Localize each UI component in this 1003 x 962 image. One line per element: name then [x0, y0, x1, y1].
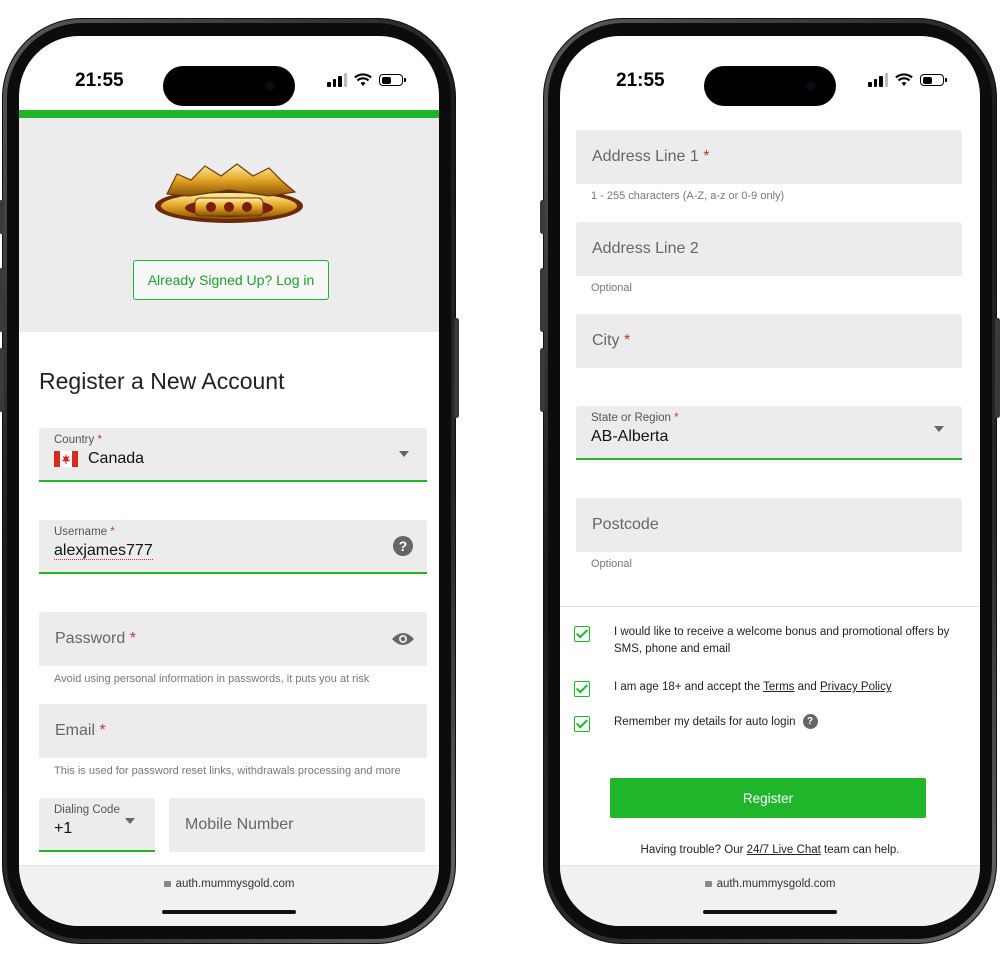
terms-link[interactable]: Terms	[763, 681, 794, 693]
lock-icon	[704, 881, 712, 887]
address-line-1-field[interactable]: Address Line 1 *	[576, 130, 962, 184]
left-screen: 21:55 Already Signed Up? Log in Register…	[19, 36, 439, 926]
status-time: 21:55	[75, 70, 124, 91]
dialing-code-value: +1	[54, 820, 73, 837]
username-field[interactable]: Username * alexjames777 ?	[39, 520, 427, 574]
mobile-number-field[interactable]: Mobile Number	[169, 798, 425, 852]
country-value: Canada	[88, 450, 145, 467]
promo-checkbox[interactable]	[574, 626, 590, 642]
right-screen: 21:55 Address Line 1 * 1 - 255 character…	[560, 36, 980, 926]
help-icon[interactable]: ?	[393, 536, 413, 556]
browser-url-bar[interactable]: auth.mummysgold.com	[19, 865, 439, 926]
help-icon[interactable]: ?	[802, 714, 818, 730]
divider	[560, 606, 980, 607]
email-placeholder: Email	[55, 722, 96, 739]
postcode-field[interactable]: Postcode	[576, 498, 962, 552]
wifi-icon	[895, 73, 913, 86]
password-placeholder: Password	[55, 630, 126, 647]
browser-url-bar[interactable]: auth.mummysgold.com	[560, 865, 980, 926]
postcode-placeholder: Postcode	[592, 516, 659, 533]
status-bar: 21:55	[560, 36, 980, 114]
country-select[interactable]: Country * Canada	[39, 428, 427, 482]
battery-icon	[379, 74, 406, 86]
login-button[interactable]: Already Signed Up? Log in	[133, 260, 329, 300]
chevron-down-icon	[934, 426, 944, 432]
signal-icon	[327, 73, 347, 87]
address1-placeholder: Address Line 1	[592, 148, 699, 165]
status-bar: 21:55	[19, 36, 439, 114]
canada-flag-icon	[54, 450, 78, 467]
state-value: AB-Alberta	[591, 428, 669, 445]
url-text: auth.mummysgold.com	[716, 878, 836, 890]
password-field[interactable]: Password *	[39, 612, 427, 666]
city-field[interactable]: City *	[576, 314, 962, 368]
trouble-suffix: team can help.	[824, 844, 900, 856]
country-label: Country	[54, 434, 95, 446]
status-time: 21:55	[616, 70, 665, 91]
live-chat-link[interactable]: 24/7 Live Chat	[747, 844, 821, 856]
dialing-code-label: Dialing Code	[54, 804, 120, 816]
promo-consent-text: I would like to receive a welcome bonus …	[614, 626, 950, 655]
username-value: alexjames777	[54, 542, 153, 560]
state-label: State or Region	[591, 412, 671, 424]
remember-checkbox[interactable]	[574, 716, 590, 732]
accent-bar	[19, 110, 439, 118]
home-indicator[interactable]	[162, 910, 296, 914]
email-helper: This is used for password reset links, w…	[54, 765, 401, 777]
password-helper: Avoid using personal information in pass…	[54, 673, 370, 685]
register-button[interactable]: Register	[610, 778, 926, 818]
state-select[interactable]: State or Region * AB-Alberta	[576, 406, 962, 460]
left-phone: 21:55 Already Signed Up? Log in Register…	[0, 18, 459, 944]
age-text: I am age 18+ and accept the	[614, 681, 761, 693]
terms-checkbox[interactable]	[574, 681, 590, 697]
email-field[interactable]: Email *	[39, 704, 427, 758]
signal-icon	[868, 73, 888, 87]
username-label: Username	[54, 526, 108, 538]
home-indicator[interactable]	[703, 910, 837, 914]
dynamic-island	[163, 66, 295, 106]
and-text: and	[797, 681, 817, 693]
city-placeholder: City	[592, 332, 620, 349]
mobile-placeholder: Mobile Number	[185, 816, 294, 833]
battery-icon	[920, 74, 947, 86]
promo-consent-row: I would like to receive a welcome bonus …	[574, 624, 964, 658]
chevron-down-icon	[125, 818, 135, 824]
chevron-down-icon	[399, 451, 409, 457]
wifi-icon	[354, 73, 372, 86]
trouble-prefix: Having trouble? Our	[640, 844, 744, 856]
url-text: auth.mummysgold.com	[175, 878, 295, 890]
address1-helper: 1 - 255 characters (A-Z, a-z or 0-9 only…	[591, 190, 785, 202]
terms-consent-row: I am age 18+ and accept the Terms and Pr…	[574, 679, 964, 697]
dialing-code-select[interactable]: Dialing Code +1	[39, 798, 155, 852]
eye-icon[interactable]	[391, 631, 415, 647]
remember-row: Remember my details for auto login?	[574, 714, 964, 732]
address2-placeholder: Address Line 2	[592, 240, 699, 257]
mummys-gold-logo	[155, 163, 303, 223]
header-banner: Already Signed Up? Log in	[19, 118, 439, 332]
address2-helper: Optional	[591, 282, 632, 294]
dynamic-island	[704, 66, 836, 106]
help-message: Having trouble? Our 24/7 Live Chat team …	[560, 844, 980, 856]
privacy-policy-link[interactable]: Privacy Policy	[820, 681, 892, 693]
page-title: Register a New Account	[39, 368, 285, 394]
lock-icon	[163, 881, 171, 887]
right-phone: 21:55 Address Line 1 * 1 - 255 character…	[540, 18, 1000, 944]
postcode-helper: Optional	[591, 558, 632, 570]
address-line-2-field[interactable]: Address Line 2	[576, 222, 962, 276]
remember-text: Remember my details for auto login	[614, 716, 796, 728]
